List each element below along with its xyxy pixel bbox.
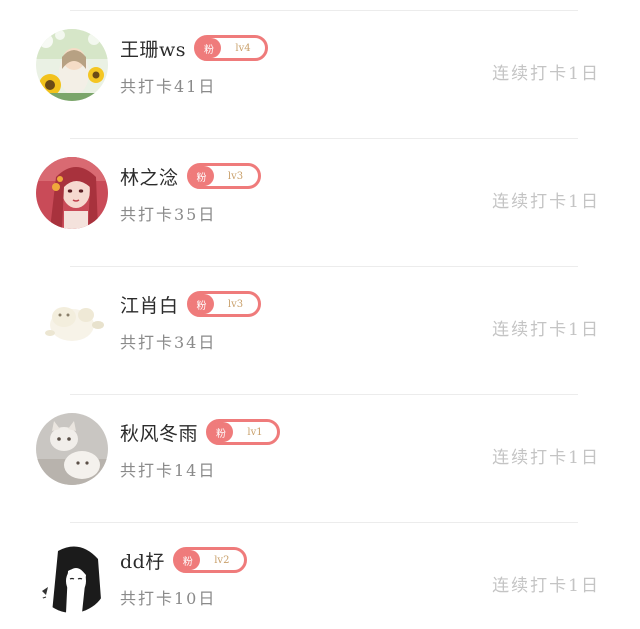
badge-tag: 粉 bbox=[175, 550, 200, 570]
total-checkin-days: 共打卡41日 bbox=[120, 77, 217, 96]
divider bbox=[70, 138, 578, 139]
fan-level-badge: 粉 lv3 bbox=[186, 163, 261, 189]
divider bbox=[70, 522, 578, 523]
streak-checkin-days: 连续打卡1日 bbox=[492, 576, 600, 596]
list-item[interactable]: 林之淰 粉 lv3 共打卡35日 连续打卡1日 bbox=[0, 143, 640, 243]
user-name: 秋风冬雨 bbox=[120, 422, 199, 445]
badge-level: lv3 bbox=[227, 298, 244, 310]
badge-tag: 粉 bbox=[189, 294, 214, 314]
name-line: 林之淰 粉 lv3 bbox=[120, 163, 261, 189]
total-checkin-days: 共打卡34日 bbox=[120, 333, 217, 352]
user-name: 江肖白 bbox=[120, 294, 179, 317]
divider bbox=[70, 266, 578, 267]
badge-level: lv1 bbox=[247, 426, 263, 438]
total-checkin-days: 共打卡14日 bbox=[120, 461, 217, 480]
list-item[interactable]: 秋风冬雨 粉 lv1 共打卡14日 连续打卡1日 bbox=[0, 399, 640, 499]
streak-checkin-days: 连续打卡1日 bbox=[492, 320, 600, 340]
fan-level-badge: 粉 lv3 bbox=[186, 291, 261, 317]
sketch-girl-black-hair-avatar[interactable] bbox=[36, 541, 108, 613]
list-item[interactable]: 王珊ws 粉 lv4 共打卡41日 连续打卡1日 bbox=[0, 15, 640, 115]
divider bbox=[70, 10, 578, 11]
total-checkin-days: 共打卡10日 bbox=[120, 589, 217, 608]
badge-level: lv4 bbox=[235, 42, 251, 54]
streak-checkin-days: 连续打卡1日 bbox=[492, 192, 600, 212]
list-item[interactable]: 江肖白 粉 lv3 共打卡34日 连续打卡1日 bbox=[0, 271, 640, 371]
badge-level: lv3 bbox=[227, 170, 244, 182]
streak-checkin-days: 连续打卡1日 bbox=[492, 448, 600, 468]
list-item[interactable]: dd杍 粉 lv2 共打卡10日 连续打卡1日 bbox=[0, 527, 640, 627]
user-name: 王珊ws bbox=[120, 38, 187, 61]
name-line: 秋风冬雨 粉 lv1 bbox=[120, 419, 281, 445]
user-name: 林之淰 bbox=[120, 166, 179, 189]
checkin-list: 王珊ws 粉 lv4 共打卡41日 连续打卡1日 林之淰 粉 lv3 共打卡35… bbox=[0, 0, 640, 629]
white-cats-avatar[interactable] bbox=[36, 413, 108, 485]
name-line: dd杍 粉 lv2 bbox=[120, 547, 247, 573]
user-name: dd杍 bbox=[120, 550, 165, 573]
girl-with-sunflowers-avatar[interactable] bbox=[36, 29, 108, 101]
badge-tag: 粉 bbox=[197, 38, 222, 58]
badge-level: lv2 bbox=[214, 554, 230, 566]
total-checkin-days: 共打卡35日 bbox=[120, 205, 217, 224]
fan-level-badge: 粉 lv1 bbox=[206, 419, 281, 445]
fan-level-badge: 粉 lv2 bbox=[172, 547, 247, 573]
name-line: 江肖白 粉 lv3 bbox=[120, 291, 261, 317]
streak-checkin-days: 连续打卡1日 bbox=[492, 64, 600, 84]
fan-level-badge: 粉 lv4 bbox=[194, 35, 269, 61]
name-line: 王珊ws 粉 lv4 bbox=[120, 35, 269, 61]
divider bbox=[70, 394, 578, 395]
anime-girl-red-hair-avatar[interactable] bbox=[36, 157, 108, 229]
white-fluffy-creature-avatar[interactable] bbox=[36, 285, 108, 357]
badge-tag: 粉 bbox=[209, 422, 234, 442]
badge-tag: 粉 bbox=[189, 166, 214, 186]
